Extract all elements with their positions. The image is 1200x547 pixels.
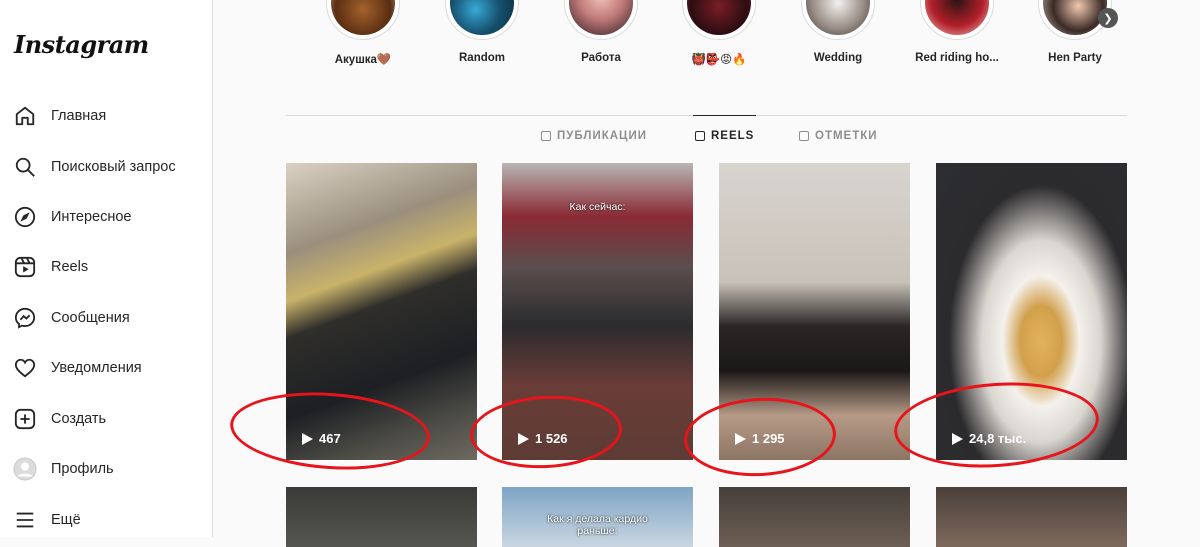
highlight-cover [569,0,633,35]
annotation-ellipse [682,394,838,480]
highlight-label: Random [459,52,505,64]
nav-home[interactable]: Главная [12,101,106,131]
highlight[interactable]: Red riding ho... [912,0,1002,64]
tab-tagged[interactable]: ОТМЕТКИ [799,130,878,142]
highlight-label: Работа [581,52,621,64]
nav-explore-label: Интересное [51,209,132,225]
tagged-icon [799,131,809,141]
compass-icon [12,204,38,230]
reels-tab-icon [695,131,705,141]
highlight-ring [920,0,994,40]
nav-reels-label: Reels [51,259,89,275]
nav-more-label: Ещё [51,512,81,528]
nav-messages[interactable]: Сообщения [12,303,130,333]
nav-notifications[interactable]: Уведомления [12,353,142,383]
reel-caption: Как я делала кардио раньше: [547,513,648,537]
avatar-icon [12,456,38,482]
nav-profile[interactable]: Профиль [12,454,114,484]
tab-reels-label: REELS [711,130,755,142]
nav-notifications-label: Уведомления [51,360,142,376]
nav-create-label: Создать [51,411,107,427]
nav-profile-label: Профиль [51,461,114,477]
highlight-ring [682,0,756,40]
reel-caption: Как сейчас: [569,201,626,213]
tab-tagged-label: ОТМЕТКИ [815,130,878,142]
nav-search[interactable]: Поисковый запрос [12,152,176,182]
highlight-ring [801,0,875,40]
nav-more[interactable]: Ещё [12,505,81,535]
highlight-label: Wedding [813,52,863,64]
reel-thumbnail[interactable]: Как я делала кардио раньше: [502,487,693,547]
highlight-cover [806,0,870,35]
home-icon [12,103,38,129]
highlight-label: Red riding ho... [915,52,999,64]
grid-icon [541,131,551,141]
highlight-cover [687,0,751,35]
highlight[interactable]: Random [437,0,527,64]
create-icon [12,406,38,432]
nav-search-label: Поисковый запрос [51,159,176,175]
heart-icon [12,355,38,381]
highlight-label: Акушка🤎 [334,54,392,66]
highlight-ring [326,0,400,40]
tab-reels[interactable]: REELS [692,115,757,142]
highlight-cover [331,0,395,35]
nav-reels[interactable]: Reels [12,252,88,282]
nav-explore[interactable]: Интересное [12,202,132,232]
messenger-icon [12,305,38,331]
nav-home-label: Главная [51,108,107,124]
nav-create[interactable]: Создать [12,404,106,434]
profile-main: Акушка🤎 Random Работа 👹👺😡🔥 Wedding Red r… [214,0,1200,547]
search-icon [12,154,38,180]
reel-thumbnail[interactable] [936,487,1127,547]
highlight[interactable]: Работа [556,0,646,64]
tab-posts[interactable]: ПУБЛИКАЦИИ [541,130,647,142]
highlight[interactable]: 👹👺😡🔥 [674,0,764,66]
highlight-cover [450,0,514,35]
highlight-cover [925,0,989,35]
menu-icon [12,507,38,533]
instagram-logo[interactable]: Instagram [14,30,149,59]
reels-icon [12,254,38,280]
reel-thumbnail[interactable] [719,487,910,547]
highlight-ring [564,0,638,40]
nav-messages-label: Сообщения [51,310,130,326]
highlight[interactable]: Wedding [793,0,883,64]
tab-posts-label: ПУБЛИКАЦИИ [557,130,647,142]
highlight-label: Hen Party [1048,52,1102,64]
highlight-ring [445,0,519,40]
highlight-label: 👹👺😡🔥 [691,54,747,66]
chevron-right-icon[interactable]: ❯ [1098,8,1118,28]
reel-thumbnail[interactable] [286,487,477,547]
sidebar: Instagram Главная Поисковый запрос Интер… [0,0,213,537]
highlight[interactable]: Акушка🤎 [318,0,408,66]
